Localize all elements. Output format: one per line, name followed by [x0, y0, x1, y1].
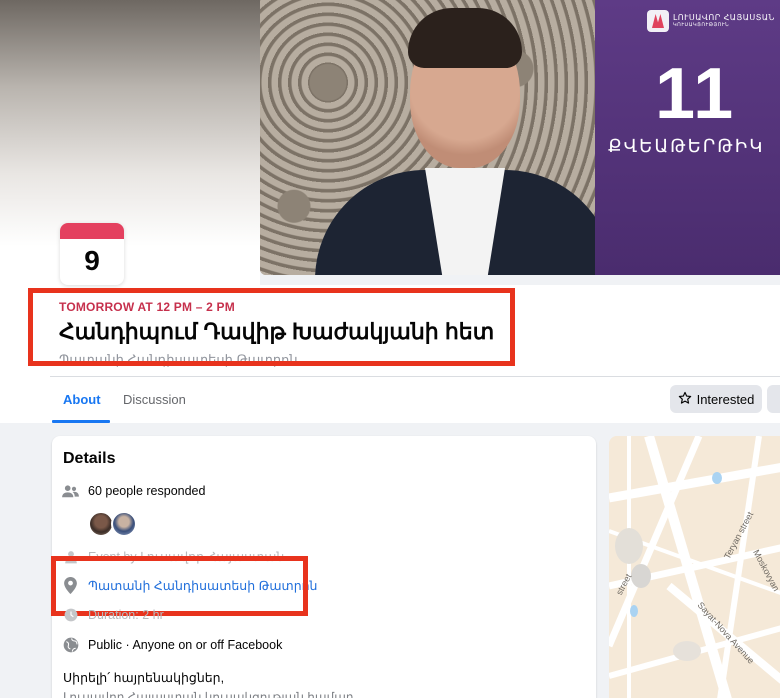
tab-about[interactable]: About	[63, 392, 101, 407]
people-icon	[62, 482, 79, 499]
cover-brand-panel: ԼՈՒՍԱՎՈՐ ՀԱՅԱՍՏԱՆ ԿՈՒՍԱԿՑՈՒԹՅՈՒՆ 11 ՔՎԵԱ…	[595, 0, 780, 275]
date-badge-top	[60, 223, 124, 239]
highlight-box-title	[28, 288, 515, 366]
attendee-avatars[interactable]	[88, 511, 137, 537]
responded-count: 60 people responded	[88, 483, 206, 498]
globe-icon	[62, 636, 79, 653]
duration-text: Duration: 2 hr	[88, 607, 164, 622]
brand-subtitle: ԿՈՒՍԱԿՑՈՒԹՅՈՒՆ	[673, 22, 730, 28]
date-badge-day: 9	[84, 245, 100, 276]
event-cover-photo[interactable]: ԼՈՒՍԱՎՈՐ ՀԱՅԱՍՏԱՆ ԿՈՒՍԱԿՑՈՒԹՅՈՒՆ 11 ՔՎԵԱ…	[260, 0, 780, 275]
brand-logo: ԼՈՒՍԱՎՈՐ ՀԱՅԱՍՏԱՆ ԿՈՒՍԱԿՑՈՒԹՅՈՒՆ	[647, 10, 775, 32]
duration-row: Duration: 2 hr	[62, 606, 164, 623]
cover-backdrop	[0, 0, 260, 290]
responded-row[interactable]: 60 people responded	[62, 482, 205, 499]
brand-text: ԼՈՒՍԱՎՈՐ ՀԱՅԱՍՏԱՆ ԿՈՒՍԱԿՑՈՒԹՅՈՒՆ	[673, 13, 775, 29]
header-divider	[50, 376, 780, 377]
privacy-text: Public · Anyone on or off Facebook	[88, 637, 283, 652]
portrait-hair	[408, 8, 522, 68]
privacy-row: Public · Anyone on or off Facebook	[62, 636, 282, 653]
avatar[interactable]	[111, 511, 137, 537]
brand-mark-icon	[647, 10, 669, 32]
star-icon	[678, 391, 692, 408]
cover-portrait	[260, 0, 615, 275]
clock-icon	[62, 606, 79, 623]
interested-label: Interested	[696, 391, 755, 407]
details-heading: Details	[63, 450, 116, 467]
description-greeting: Սիրելի՛ հայրենակիցներ,	[63, 671, 225, 685]
interested-button[interactable]: Interested	[670, 385, 762, 413]
brand-name: ԼՈՒՍԱՎՈՐ ՀԱՅԱՍՏԱՆ	[673, 13, 775, 22]
description-line: Լուսավոր Հայաստան կուսակցության համար...	[63, 690, 364, 698]
active-tab-indicator	[52, 420, 110, 423]
cover-day-label: ՔՎԵԱԹԵՐԹԻԿ	[608, 136, 765, 156]
cover-day-number: 11	[655, 54, 736, 134]
date-badge: 9	[60, 223, 124, 285]
tab-discussion[interactable]: Discussion	[123, 392, 186, 407]
going-button[interactable]	[767, 385, 780, 413]
